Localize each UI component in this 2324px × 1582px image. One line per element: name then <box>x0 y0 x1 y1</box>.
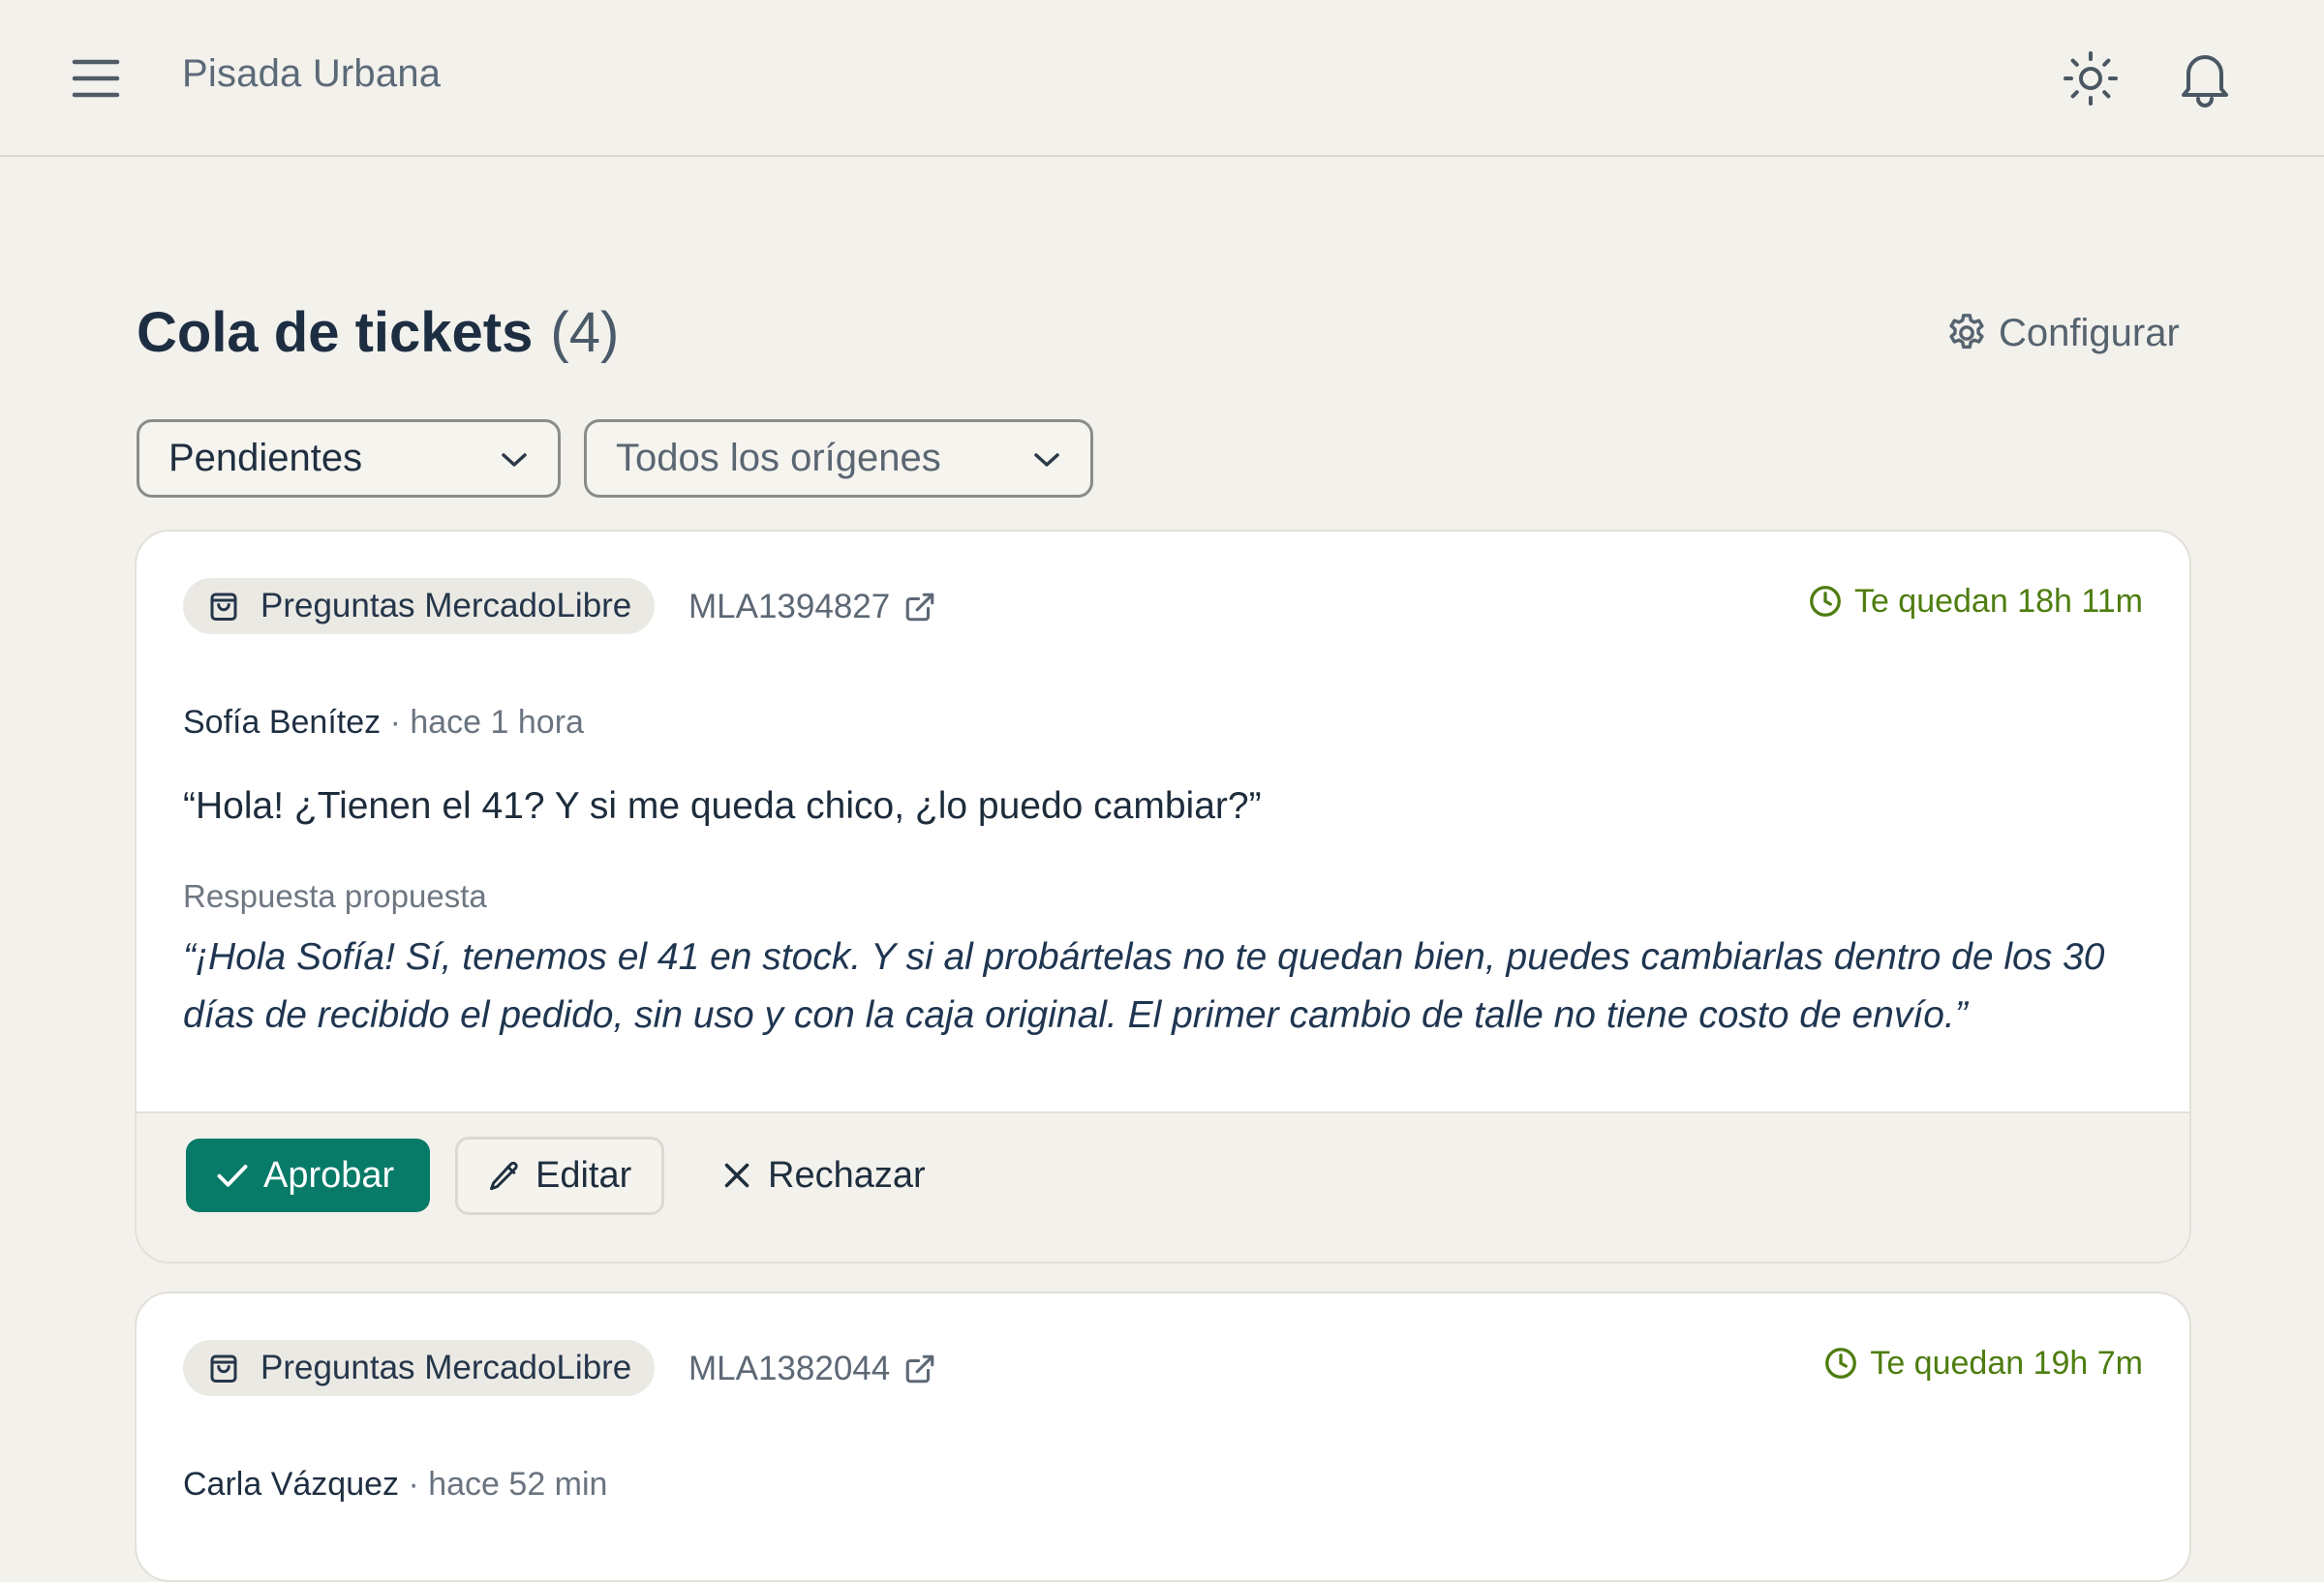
item-id-text: MLA1394827 <box>688 588 891 625</box>
gear-icon <box>1949 314 1984 350</box>
pencil-icon <box>490 1161 518 1190</box>
ticket-actions: Aprobar Editar Rechazar <box>137 1111 2189 1262</box>
configure-label: Configurar <box>1999 311 2180 354</box>
chevron-down-icon <box>1034 453 1059 467</box>
clock-icon <box>1825 1348 1857 1379</box>
author-line: Carla Vázquez · hace 52 min <box>183 1466 607 1504</box>
author-name: Sofía Benítez <box>183 704 382 741</box>
external-link-icon <box>905 1354 934 1384</box>
edit-button[interactable]: Editar <box>455 1137 664 1215</box>
chevron-down-icon <box>502 453 527 467</box>
source-badge: Preguntas MercadoLibre <box>183 1340 656 1396</box>
source-label: Preguntas MercadoLibre <box>260 1349 632 1386</box>
reject-label: Rechazar <box>768 1154 926 1196</box>
clock-icon <box>1810 586 1841 617</box>
proposed-answer: “¡Hola Sofía! Sí, tenemos el 41 en stock… <box>183 936 2105 1036</box>
source-badge: Preguntas MercadoLibre <box>183 578 656 634</box>
bell-icon[interactable] <box>2177 48 2233 108</box>
source-label: Preguntas MercadoLibre <box>260 587 632 624</box>
brand-name: Pisada Urbana <box>182 52 442 95</box>
timestamp: · hace 1 hora <box>389 704 584 741</box>
timestamp: · hace 52 min <box>408 1466 608 1503</box>
deadline-text: Te quedan 19h 7m <box>1870 1344 2143 1382</box>
ticket-count: (4) <box>550 301 620 364</box>
item-id-link[interactable]: MLA1394827 <box>688 586 936 628</box>
sun-icon[interactable] <box>2063 50 2119 106</box>
origin-filter-select[interactable]: Todos los orígenes <box>584 419 1093 498</box>
check-icon <box>217 1165 248 1187</box>
approve-button[interactable]: Aprobar <box>186 1139 430 1212</box>
edit-label: Editar <box>535 1155 632 1196</box>
close-icon <box>724 1163 749 1188</box>
ticket-card: Preguntas MercadoLibre MLA1382044 Te que… <box>135 1292 2191 1582</box>
customer-question: “Hola! ¿Tienen el 41? Y si me queda chic… <box>183 785 1262 827</box>
status-filter-select[interactable]: Pendientes <box>137 419 561 498</box>
top-bar: Pisada Urbana <box>0 0 2324 157</box>
item-id-link[interactable]: MLA1382044 <box>688 1348 936 1390</box>
shopping-bag-icon <box>210 1354 237 1383</box>
page-title: Cola de tickets (4) <box>137 300 619 365</box>
deadline-text: Te quedan 18h 11m <box>1853 582 2143 620</box>
menu-icon[interactable] <box>72 56 120 101</box>
reject-button[interactable]: Rechazar <box>719 1139 942 1212</box>
status-filter-value: Pendientes <box>168 437 363 479</box>
deadline-indicator: Te quedan 19h 7m <box>1823 1342 2143 1384</box>
deadline-indicator: Te quedan 18h 11m <box>1808 580 2143 623</box>
configure-button[interactable]: Configurar <box>1944 308 2180 358</box>
item-id-text: MLA1382044 <box>688 1350 891 1387</box>
author-name: Carla Vázquez <box>183 1466 400 1503</box>
proposed-answer-label: Respuesta propuesta <box>183 878 487 914</box>
author-line: Sofía Benítez · hace 1 hora <box>183 704 584 742</box>
external-link-icon <box>905 593 934 622</box>
origin-filter-value: Todos los orígenes <box>616 437 941 479</box>
page-title-text: Cola de tickets <box>137 301 534 364</box>
shopping-bag-icon <box>210 593 237 621</box>
approve-label: Aprobar <box>263 1154 395 1196</box>
ticket-card: Preguntas MercadoLibre MLA1394827 Te que… <box>135 530 2191 1263</box>
